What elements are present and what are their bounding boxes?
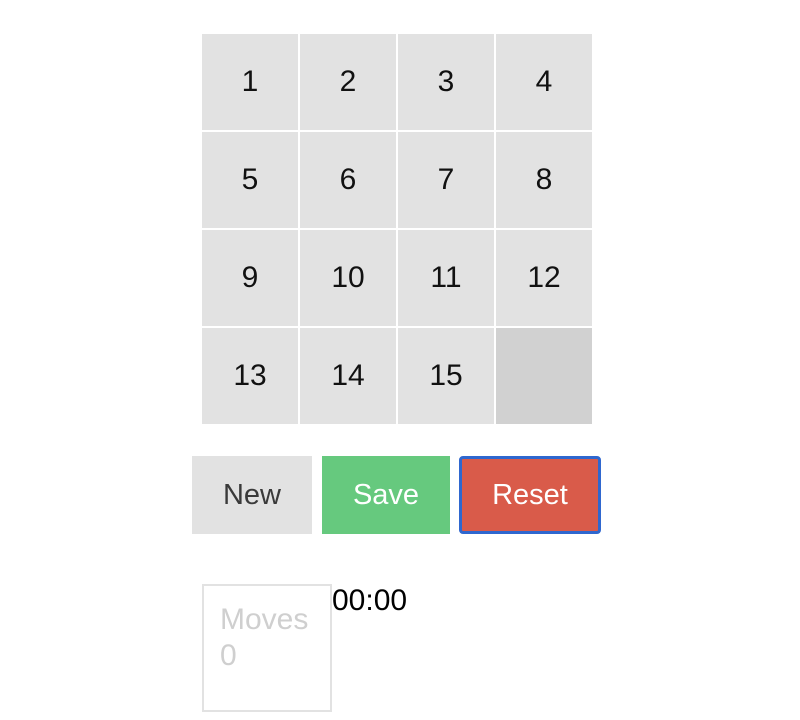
reset-button[interactable]: Reset	[459, 456, 601, 534]
new-button[interactable]: New	[192, 456, 312, 534]
tile-3[interactable]: 3	[398, 34, 494, 130]
tile-12[interactable]: 12	[496, 230, 592, 326]
tile-1[interactable]: 1	[202, 34, 298, 130]
tile-4[interactable]: 4	[496, 34, 592, 130]
tile-2[interactable]: 2	[300, 34, 396, 130]
moves-label: Moves	[220, 603, 309, 636]
moves-value: 0	[220, 639, 237, 672]
tile-15[interactable]: 15	[398, 328, 494, 424]
tile-14[interactable]: 14	[300, 328, 396, 424]
tile-6[interactable]: 6	[300, 132, 396, 228]
moves-counter: Moves 0	[202, 584, 332, 712]
empty-tile	[496, 328, 592, 424]
tile-7[interactable]: 7	[398, 132, 494, 228]
tile-5[interactable]: 5	[202, 132, 298, 228]
tile-11[interactable]: 11	[398, 230, 494, 326]
save-button[interactable]: Save	[322, 456, 450, 534]
tile-13[interactable]: 13	[202, 328, 298, 424]
puzzle-board: 1 2 3 4 5 6 7 8 9 10 11 12 13 14 15	[202, 34, 592, 424]
timer: 00:00	[332, 584, 408, 617]
tile-9[interactable]: 9	[202, 230, 298, 326]
tile-10[interactable]: 10	[300, 230, 396, 326]
tile-8[interactable]: 8	[496, 132, 592, 228]
